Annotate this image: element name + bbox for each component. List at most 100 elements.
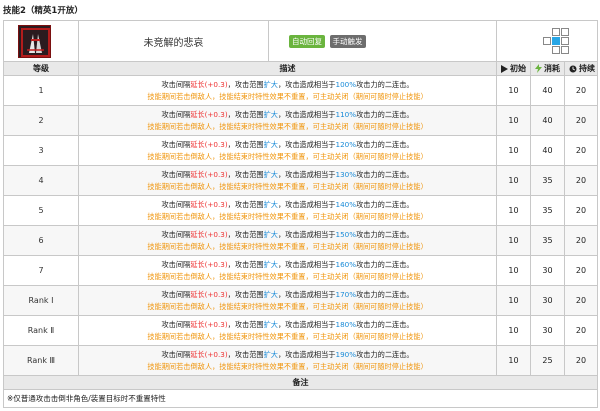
desc-text: 攻击力的二连击。: [356, 169, 414, 179]
description-line-1: 攻击间隔延长(+0.3)，攻击范围扩大，攻击造成相当于180%攻击力的二连击。: [79, 319, 496, 331]
row-initial: 10: [496, 75, 532, 106]
desc-text: ，攻击造成相当于: [277, 199, 336, 209]
lightning-icon: [535, 64, 543, 73]
row-initial: 10: [496, 195, 532, 226]
row-level: Rank Ⅱ: [3, 315, 79, 346]
attack-range-cell: [496, 20, 599, 62]
desc-atk-percent: 140%: [335, 199, 357, 209]
row-description: 攻击间隔延长(+0.3)，攻击范围扩大，攻击造成相当于160%攻击力的二连击。技…: [77, 255, 498, 286]
table-row: 1 攻击间隔延长(+0.3)，攻击范围扩大，攻击造成相当于100%攻击力的二连击。…: [3, 75, 599, 106]
desc-text: 攻击间隔: [161, 199, 191, 209]
notes-header: 备注: [2, 375, 599, 390]
row-initial: 10: [496, 315, 532, 346]
description-line-1: 攻击间隔延长(+0.3)，攻击范围扩大，攻击造成相当于100%攻击力的二连击。: [79, 79, 496, 91]
row-description: 攻击间隔延长(+0.3)，攻击范围扩大，攻击造成相当于100%攻击力的二连击。技…: [77, 75, 498, 106]
description-line-1: 攻击间隔延长(+0.3)，攻击范围扩大，攻击造成相当于150%攻击力的二连击。: [79, 229, 496, 241]
description-line-2: 技能期间若击倒敌人，技能结束时特性效果不重置，可主动关闭（期间可随时停止技能）: [147, 301, 428, 311]
row-cost: 30: [530, 255, 566, 286]
desc-atk-percent: 130%: [335, 169, 357, 179]
tag-auto-recovery: 自动回复: [289, 34, 325, 48]
desc-text: ，攻击造成相当于: [277, 169, 336, 179]
row-description: 攻击间隔延长(+0.3)，攻击范围扩大，攻击造成相当于120%攻击力的二连击。技…: [77, 135, 498, 166]
description-line-2: 技能期间若击倒敌人，技能结束时特性效果不重置，可主动关闭（期间可随时停止技能）: [147, 331, 428, 341]
desc-interval-change: 延长(+0.3): [190, 289, 228, 299]
range-cell: [560, 45, 569, 54]
desc-interval-change: 延长(+0.3): [190, 319, 228, 329]
desc-text: ，攻击造成相当于: [277, 139, 336, 149]
row-cost: 25: [530, 345, 566, 376]
description-line-1: 攻击间隔延长(+0.3)，攻击范围扩大，攻击造成相当于120%攻击力的二连击。: [79, 139, 496, 151]
desc-text: 攻击力的二连击。: [356, 199, 414, 209]
desc-text: 攻击间隔: [161, 229, 191, 239]
desc-text: ，攻击范围: [227, 289, 264, 299]
desc-text: ，攻击范围: [227, 169, 264, 179]
description-line-2: 技能期间若击倒敌人，技能结束时特性效果不重置，可主动关闭（期间可随时停止技能）: [147, 181, 428, 191]
range-cell: [542, 36, 551, 45]
row-duration: 20: [564, 195, 599, 226]
row-cost: 30: [530, 285, 566, 316]
tag-manual-trigger: 手动触发: [329, 34, 366, 48]
table-row: Rank Ⅲ 攻击间隔延长(+0.3)，攻击范围扩大，攻击造成相当于190%攻击力…: [3, 345, 599, 376]
desc-text: ，攻击范围: [227, 199, 264, 209]
row-duration: 20: [564, 105, 599, 136]
notes-text: ※仅普通攻击击倒非角色/装置目标时不重置特性: [2, 389, 599, 408]
desc-text: 攻击间隔: [161, 259, 191, 269]
desc-text: ，攻击范围: [227, 79, 264, 89]
desc-text: ，攻击造成相当于: [277, 109, 336, 119]
desc-atk-percent: 100%: [335, 79, 357, 89]
table-row: Rank Ⅰ 攻击间隔延长(+0.3)，攻击范围扩大，攻击造成相当于170%攻击力…: [3, 285, 599, 316]
desc-atk-percent: 190%: [335, 349, 357, 359]
desc-range-change: 扩大: [263, 289, 278, 299]
skill-name: 未竞解的悲哀: [78, 20, 269, 62]
notes-header-row: 备注: [2, 375, 599, 390]
desc-atk-percent: 180%: [335, 319, 357, 329]
desc-atk-percent: 110%: [335, 109, 357, 119]
section-title: 技能2（精英1开放）: [3, 6, 83, 16]
table-header-row: 等级 描述 初始 消耗 持续: [3, 61, 599, 76]
desc-range-change: 扩大: [263, 229, 278, 239]
desc-interval-change: 延长(+0.3): [190, 139, 228, 149]
desc-text: 攻击力的二连击。: [356, 289, 414, 299]
range-row: [525, 27, 570, 37]
description-line-2: 技能期间若击倒敌人，技能结束时特性效果不重置，可主动关闭（期间可随时停止技能）: [147, 151, 428, 161]
table-row: 5 攻击间隔延长(+0.3)，攻击范围扩大，攻击造成相当于140%攻击力的二连击。…: [3, 195, 599, 226]
desc-range-change: 扩大: [263, 79, 278, 89]
row-initial: 10: [496, 165, 532, 196]
skill-header-row: 未竞解的悲哀 自动回复 手动触发: [3, 20, 599, 62]
range-cell-empty: [543, 28, 551, 36]
desc-text: 攻击间隔: [161, 319, 191, 329]
desc-atk-percent: 160%: [335, 259, 357, 269]
row-duration: 20: [564, 285, 599, 316]
row-duration: 20: [564, 255, 599, 286]
row-cost: 30: [530, 315, 566, 346]
desc-range-change: 扩大: [263, 319, 278, 329]
skill-tags: 自动回复 手动触发: [267, 20, 498, 62]
skill-icon-cell: [3, 20, 79, 62]
desc-text: 攻击间隔: [161, 349, 191, 359]
row-initial: 10: [496, 345, 532, 376]
range-cell-empty: [525, 37, 533, 45]
description-line-1: 攻击间隔延长(+0.3)，攻击范围扩大，攻击造成相当于170%攻击力的二连击。: [79, 289, 496, 301]
row-initial: 10: [496, 105, 532, 136]
description-line-2: 技能期间若击倒敌人，技能结束时特性效果不重置，可主动关闭（期间可随时停止技能）: [147, 211, 428, 221]
desc-text: ，攻击范围: [227, 139, 264, 149]
desc-text: ，攻击造成相当于: [277, 259, 336, 269]
col-initial: 初始: [496, 61, 532, 76]
row-cost: 35: [530, 165, 566, 196]
desc-text: 攻击力的二连击。: [356, 319, 414, 329]
description-line-1: 攻击间隔延长(+0.3)，攻击范围扩大，攻击造成相当于140%攻击力的二连击。: [79, 199, 496, 211]
table-row: 3 攻击间隔延长(+0.3)，攻击范围扩大，攻击造成相当于120%攻击力的二连击。…: [3, 135, 599, 166]
desc-interval-change: 延长(+0.3): [190, 259, 228, 269]
row-duration: 20: [564, 315, 599, 346]
range-cell-empty: [534, 37, 542, 45]
range-cell-empty: [534, 28, 542, 36]
description-line-2: 技能期间若击倒敌人，技能结束时特性效果不重置，可主动关闭（期间可随时停止技能）: [147, 91, 428, 101]
desc-text: 攻击间隔: [161, 139, 191, 149]
range-cell: [560, 27, 569, 36]
col-cost: 消耗: [530, 61, 566, 76]
desc-text: 攻击力的二连击。: [356, 349, 414, 359]
desc-text: 攻击间隔: [161, 289, 191, 299]
col-description: 描述: [77, 61, 498, 76]
desc-text: ，攻击造成相当于: [277, 229, 336, 239]
range-cell: [551, 45, 560, 54]
